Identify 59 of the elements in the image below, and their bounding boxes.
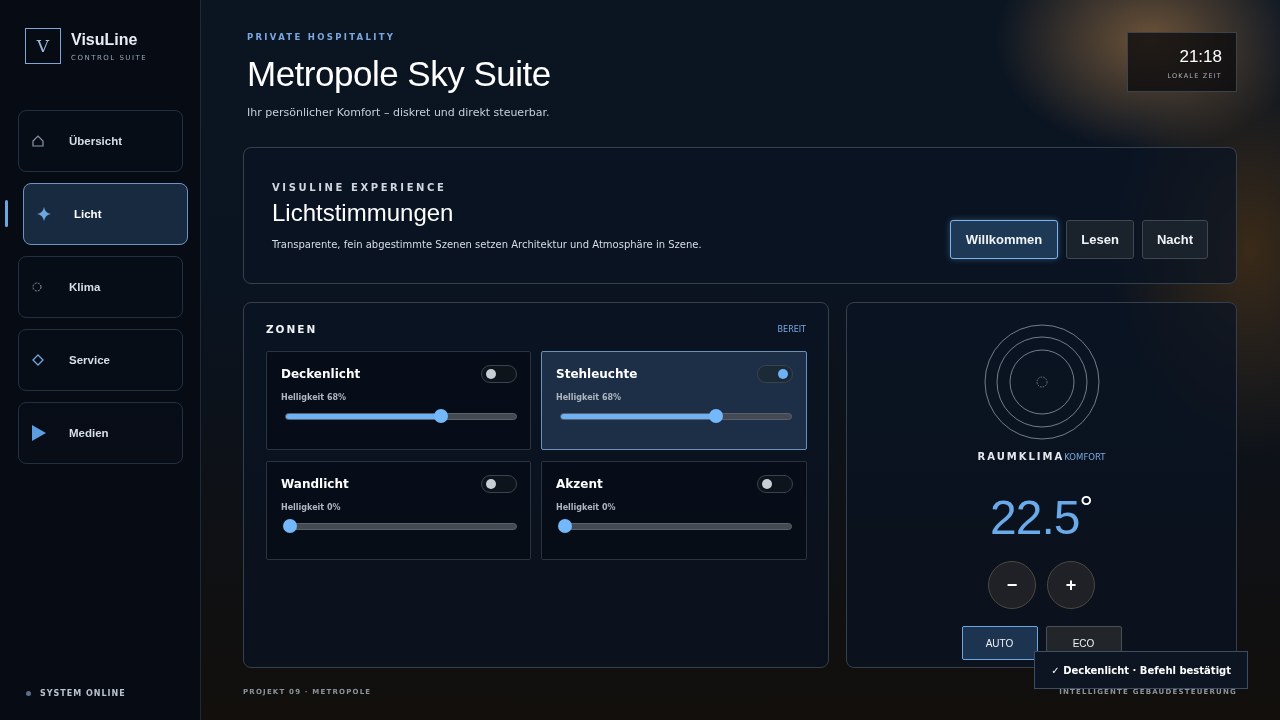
brightness-slider[interactable]: [285, 519, 517, 533]
zone-name: Akzent: [556, 477, 603, 491]
play-icon: [32, 425, 46, 441]
zone-name: Deckenlicht: [281, 367, 361, 381]
section-title: Lichtstimmungen: [272, 199, 455, 227]
brightness-label: Helligkeit 68%: [556, 393, 623, 402]
logo-mark: V: [25, 28, 61, 64]
system-status: SYSTEM ONLINE: [40, 689, 126, 698]
brightness-label: Helligkeit 68%: [281, 393, 348, 402]
sidebar-item[interactable]: Übersicht: [18, 110, 183, 172]
toggle-switch[interactable]: [481, 475, 517, 493]
clock-time: 21:18: [1179, 47, 1222, 67]
toggle-switch[interactable]: [757, 365, 793, 383]
zone-name: Wandlicht: [281, 477, 349, 491]
zone-card[interactable]: Deckenlicht Helligkeit 68%: [266, 351, 531, 450]
panel-status: BEREIT: [777, 324, 806, 334]
panel-title: ZONEN: [266, 323, 318, 335]
slider-thumb[interactable]: [558, 519, 572, 533]
climate-title: RAUMKLIMA: [977, 451, 1065, 462]
slider-thumb[interactable]: [434, 409, 449, 423]
toggle-switch[interactable]: [481, 365, 517, 383]
brightness-slider[interactable]: [560, 519, 792, 533]
zone-card[interactable]: Akzent Helligkeit 0%: [541, 461, 807, 560]
section-eyebrow: VISULINE EXPERIENCE: [272, 182, 448, 193]
scene-button[interactable]: Lesen: [1066, 220, 1134, 259]
brightness-label: Helligkeit 0%: [556, 503, 617, 512]
toast-notification: ✓ Deckenlicht · Befehl bestätigt: [1034, 651, 1248, 689]
sparkle-icon: [37, 207, 51, 221]
home-icon: [32, 135, 44, 147]
diamond-icon: [32, 354, 44, 366]
temperature-value: 22.5: [990, 490, 1080, 545]
slider-thumb[interactable]: [709, 409, 724, 423]
brightness-label: Helligkeit 0%: [281, 503, 342, 512]
sidebar-item[interactable]: Licht: [23, 183, 188, 245]
status-dot: [26, 691, 31, 696]
zone-card[interactable]: Stehleuchte Helligkeit 68%: [541, 351, 807, 450]
brightness-slider[interactable]: [285, 409, 517, 423]
scene-button[interactable]: Nacht: [1141, 220, 1208, 259]
active-indicator: [5, 200, 8, 227]
dotted-circle-icon: [32, 282, 42, 292]
section-description: Transparente, fein abgestimmte Szenen setzen Architektur und Atmosphäre in Szene.: [272, 239, 702, 250]
zone-card[interactable]: Wandlicht Helligkeit 0%: [266, 461, 531, 560]
slider-thumb[interactable]: [283, 519, 297, 533]
brightness-slider[interactable]: [560, 409, 792, 423]
sidebar-item[interactable]: Medien: [18, 402, 183, 464]
page-subtitle: Ihr persönlicher Komfort – diskret und direkt steuerbar.: [247, 106, 551, 119]
toggle-switch[interactable]: [757, 475, 793, 493]
scene-button[interactable]: Willkommen: [949, 220, 1059, 259]
zone-name: Stehleuchte: [556, 367, 638, 381]
page-title: Metropole Sky Suite: [247, 54, 551, 94]
decrease-button[interactable]: −: [988, 561, 1036, 609]
increase-button[interactable]: +: [1047, 561, 1095, 609]
eyebrow-label: PRIVATE HOSPITALITY: [247, 32, 397, 42]
climate-status: KOMFORT: [1064, 452, 1106, 462]
degree-sign: °: [1079, 488, 1093, 527]
sidebar-item[interactable]: Service: [18, 329, 183, 391]
brand-name: VisuLine: [71, 30, 139, 49]
mode-button[interactable]: AUTO: [961, 626, 1038, 660]
sidebar-item[interactable]: Klima: [18, 256, 183, 318]
